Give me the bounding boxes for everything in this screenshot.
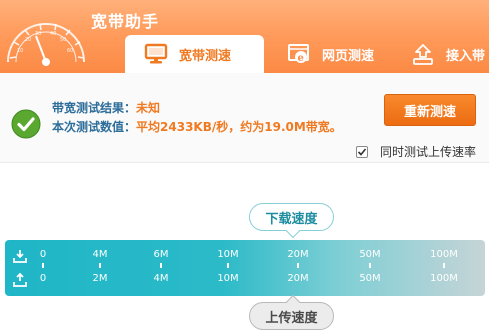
upload-tick: 10M <box>217 273 239 284</box>
result-label: 带宽测试结果： <box>52 101 137 115</box>
checkmark-icon <box>357 147 367 156</box>
download-tick: 20M <box>287 249 309 260</box>
download-tick: 50M <box>359 249 381 260</box>
download-tick: 4M <box>92 249 108 260</box>
result-panel: 带宽测试结果：未知 本次测试数值：平均2433KB/秒，约为19.0M带宽。 重… <box>0 73 489 163</box>
tick-mark <box>369 263 371 268</box>
app-header: 10 20 30 40 50 60 宽带助手 宽带测速 e 网页测速 接入带 <box>0 0 489 73</box>
upload-tick: 20M <box>287 273 309 284</box>
upload-box-icon <box>410 41 436 67</box>
upload-test-option[interactable]: 同时测试上传速率 <box>356 143 476 160</box>
tick-mark <box>443 263 445 268</box>
speedometer-icon: 102030 405060 <box>7 23 85 66</box>
upload-tick: 0 <box>39 273 47 284</box>
tick-mark <box>99 263 101 268</box>
tick-mark <box>227 263 229 268</box>
upload-tick: 100M <box>430 273 458 284</box>
upload-tick: 2M <box>92 273 108 284</box>
tick-mark <box>42 263 44 268</box>
retest-button[interactable]: 重新测速 <box>384 94 476 126</box>
svg-text:40: 40 <box>50 31 56 37</box>
success-check-icon <box>11 109 41 139</box>
download-tick: 6M <box>153 249 169 260</box>
svg-text:e: e <box>298 53 304 64</box>
ie-browser-icon: e <box>286 41 312 67</box>
monitor-icon <box>143 41 169 67</box>
value-row: 本次测试数值：平均2433KB/秒，约为19.0M带宽。 <box>52 118 342 135</box>
download-tick: 0 <box>39 249 47 260</box>
upload-scale-row: 0 2M 4M 10M 20M 50M 100M <box>5 270 485 290</box>
tab-access-bandwidth[interactable]: 接入带 <box>392 35 489 73</box>
tick-mark <box>160 263 162 268</box>
value-label: 本次测试数值： <box>52 120 137 134</box>
svg-text:50: 50 <box>60 37 66 43</box>
upload-speed-label: 上传速度 <box>249 302 334 330</box>
upload-tick: 4M <box>153 273 169 284</box>
tab-bandwidth-test[interactable]: 宽带测速 <box>125 35 264 73</box>
result-row: 带宽测试结果：未知 <box>52 99 160 116</box>
value-text: 平均2433KB/秒，约为19.0M带宽。 <box>136 120 342 134</box>
download-icon <box>13 250 27 263</box>
tab-label: 宽带测速 <box>179 48 232 64</box>
speed-scale: 0 4M 6M 10M 20M 50M 100M 0 2M 4M 10M 20M… <box>5 240 485 296</box>
svg-text:20: 20 <box>25 37 31 43</box>
tab-label: 接入带 <box>446 48 486 64</box>
app-title: 宽带助手 <box>91 12 160 31</box>
svg-text:10: 10 <box>17 48 23 54</box>
upload-tick: 50M <box>359 273 381 284</box>
result-value: 未知 <box>136 101 161 115</box>
download-scale-row: 0 4M 6M 10M 20M 50M 100M <box>5 246 485 266</box>
tab-label: 网页测速 <box>322 48 375 64</box>
download-speed-label: 下载速度 <box>249 203 334 231</box>
upload-test-label: 同时测试上传速率 <box>380 145 477 159</box>
upload-icon <box>13 272 27 287</box>
upload-test-checkbox[interactable] <box>356 145 368 158</box>
tab-web-speed[interactable]: e 网页测速 <box>268 35 388 73</box>
svg-text:60: 60 <box>67 48 73 54</box>
download-tick: 100M <box>430 249 458 260</box>
download-tick: 10M <box>217 249 239 260</box>
tick-mark <box>297 263 299 268</box>
